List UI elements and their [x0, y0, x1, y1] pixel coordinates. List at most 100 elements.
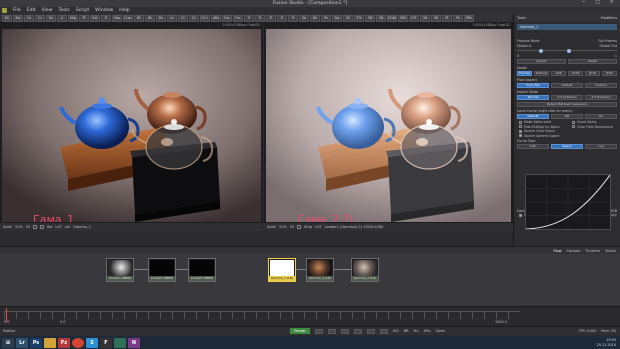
- toolbar-button[interactable]: 3R: [431, 14, 441, 22]
- tool-header[interactable]: Gamma_1: [517, 24, 617, 30]
- tab-modifiers[interactable]: Modifiers: [601, 16, 617, 20]
- tab-tools[interactable]: Tools: [517, 16, 526, 20]
- toolbar-button[interactable]: Ch: [24, 14, 34, 22]
- flow-editor[interactable]: Loader1 (BBW) Loader2 (BBW) Loader3 (BBW…: [0, 254, 620, 306]
- cache-off[interactable]: Off: [551, 114, 583, 119]
- curve-log[interactable]: Log: [585, 144, 617, 149]
- reset-button[interactable]: Reset: [568, 59, 617, 64]
- rewind-icon[interactable]: [314, 328, 323, 334]
- depth-fp32[interactable]: fp32: [602, 71, 617, 76]
- toolbar-button[interactable]: 3Tk: [354, 14, 364, 22]
- toolbar-button[interactable]: Fus: [233, 14, 243, 22]
- end-time[interactable]: 1000.0: [495, 320, 507, 324]
- time-ruler-scale[interactable]: [4, 311, 520, 319]
- import-mode-pulldown-alt[interactable]: 2:3 Pulldown: [585, 95, 617, 100]
- menu-tools[interactable]: Tools: [59, 8, 70, 13]
- detect-pulldown-button[interactable]: Detect Pulldown Sequence: [517, 102, 617, 107]
- menu-window[interactable]: Window: [95, 8, 113, 13]
- subview-button[interactable]: SubV: [3, 225, 12, 229]
- toolbar-button[interactable]: 3Ip: [332, 14, 342, 22]
- depth-format[interactable]: Format: [517, 71, 532, 76]
- terminal-icon[interactable]: [114, 337, 126, 348]
- node-loader-3[interactable]: Loader3 (BBW): [188, 258, 216, 282]
- depth-fp16[interactable]: fp16: [585, 71, 600, 76]
- toolbar-button[interactable]: CC: [189, 14, 199, 22]
- cache-on[interactable]: On: [585, 114, 617, 119]
- toolbar-button[interactable]: Cc: [35, 14, 45, 22]
- menu-help[interactable]: Help: [119, 8, 129, 13]
- hiq-toggle[interactable]: HiQ: [393, 329, 399, 333]
- zoom-level[interactable]: 91%: [15, 225, 23, 229]
- toolbar-button[interactable]: 3M: [365, 14, 375, 22]
- zoom-level-right[interactable]: 91%: [279, 225, 287, 229]
- toolbar-button[interactable]: IOT: [409, 14, 419, 22]
- play-icon[interactable]: [353, 328, 362, 334]
- mb-toggle[interactable]: MB: [404, 329, 409, 333]
- menu-script[interactable]: Script: [76, 8, 89, 13]
- menu-view[interactable]: View: [42, 8, 53, 13]
- toolbar-button[interactable]: 3DS: [398, 14, 408, 22]
- toolbar-button[interactable]: Pk: [453, 14, 463, 22]
- toolbar-button[interactable]: ECAW: [387, 14, 397, 22]
- sm-button[interactable]: sm: [65, 225, 70, 229]
- clear-field-dominance-checkbox[interactable]: Clear Field Dominance: [567, 125, 620, 130]
- viewer-right[interactable]: 1920x1080px Float32 Гама_2.2| SubV 91% F…: [264, 23, 513, 231]
- chrome-icon[interactable]: [72, 337, 84, 348]
- fast-forward-icon[interactable]: [379, 328, 388, 334]
- lightroom-icon[interactable]: Lr: [16, 337, 28, 348]
- system-clock[interactable]: 19:05 25.11.2014: [597, 338, 616, 346]
- lut-button-right[interactable]: LUT: [315, 225, 321, 229]
- toolbar-button[interactable]: Ll: [57, 14, 67, 22]
- pixel-aspect-default[interactable]: Default: [551, 83, 583, 88]
- subview-button-right[interactable]: SubV: [267, 225, 276, 229]
- toolbar-button[interactable]: Sb: [299, 14, 309, 22]
- tab-flow[interactable]: Flow: [553, 249, 561, 253]
- toolbar-button[interactable]: Ee: [46, 14, 56, 22]
- toolbar-button[interactable]: CC: [178, 14, 188, 22]
- curve-space[interactable]: Space: [551, 144, 583, 149]
- fusion-icon[interactable]: F: [100, 337, 112, 348]
- step-back-icon[interactable]: [327, 328, 336, 334]
- roi-button[interactable]: RoI: [47, 225, 52, 229]
- toolbar-button[interactable]: Tr: [244, 14, 254, 22]
- global-out-handle[interactable]: [567, 48, 571, 53]
- toolbar-button[interactable]: Tr: [288, 14, 298, 22]
- toolbar-button[interactable]: dRe: [211, 14, 221, 22]
- play-reverse-icon[interactable]: [340, 328, 349, 334]
- toolbar-button[interactable]: BC: [134, 14, 144, 22]
- aprx-toggle[interactable]: APrx: [424, 329, 431, 333]
- depth-default[interactable]: Default: [534, 71, 549, 76]
- source-gamma-space-checkbox[interactable]: Source Gamma Space: [514, 134, 567, 139]
- fit-button-right[interactable]: Fit: [290, 225, 294, 229]
- depth-int8[interactable]: int8: [551, 71, 566, 76]
- start-time[interactable]: 0.0: [4, 320, 9, 324]
- global-in-handle[interactable]: [539, 48, 543, 53]
- roi-icon-right[interactable]: [296, 225, 301, 229]
- toolbar-button[interactable]: Pk: [321, 14, 331, 22]
- roi-icon[interactable]: [32, 225, 37, 229]
- maximize-icon[interactable]: □: [591, 0, 604, 6]
- toolbar-button[interactable]: Pf: [442, 14, 452, 22]
- tab-console[interactable]: Console: [566, 249, 580, 253]
- toolbar-button[interactable]: Tr: [266, 14, 276, 22]
- skype-icon[interactable]: S: [86, 337, 98, 348]
- onenote-icon[interactable]: N: [128, 337, 140, 348]
- lock-icon[interactable]: [39, 225, 44, 229]
- toolbar-button[interactable]: Pl: [79, 14, 89, 22]
- import-button[interactable]: Import: [517, 59, 566, 64]
- photoshop-icon[interactable]: Ps: [30, 337, 42, 348]
- tab-timeline[interactable]: Timeline: [585, 249, 600, 253]
- current-frame[interactable]: 0.0: [60, 320, 65, 324]
- toolbar-button[interactable]: 3S: [343, 14, 353, 22]
- pixel-aspect-from-file[interactable]: From File: [517, 83, 549, 88]
- node-gamma-1[interactable]: Gamma_1 (LD): [268, 258, 296, 282]
- toolbar-button[interactable]: Bk: [145, 14, 155, 22]
- toolbar-button[interactable]: CC+: [200, 14, 210, 22]
- strip-button[interactable]: Strip: [304, 225, 312, 229]
- toolbar-button[interactable]: BG: [2, 14, 12, 22]
- viewer-left[interactable]: 1920x1080px Float32 Гама_1 SubV 91% Fit …: [0, 23, 263, 231]
- import-mode-normal[interactable]: Normal: [517, 95, 549, 100]
- global-out-value[interactable]: 1: [615, 54, 617, 58]
- filezilla-icon[interactable]: Fz: [58, 337, 70, 348]
- global-in-value[interactable]: 0: [517, 54, 519, 58]
